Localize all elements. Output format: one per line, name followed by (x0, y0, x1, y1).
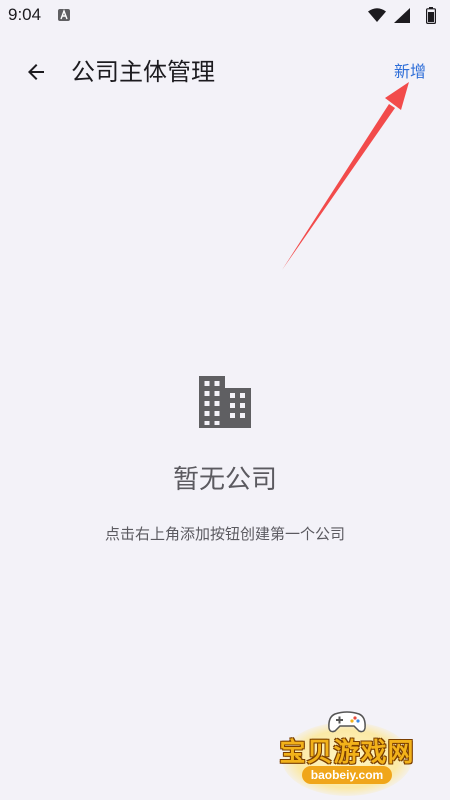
page-title: 公司主体管理 (71, 58, 215, 86)
gamepad-icon (328, 711, 366, 733)
back-button[interactable] (12, 48, 60, 96)
battery-icon (426, 7, 436, 24)
building-icon (199, 376, 251, 428)
add-button[interactable]: 新增 (394, 60, 426, 84)
app-bar: 公司主体管理 新增 (0, 40, 450, 104)
empty-state-title: 暂无公司 (172, 465, 277, 495)
notification-a-icon (58, 9, 70, 21)
watermark-url: baobeiy.com (302, 766, 392, 784)
empty-state-hint: 点击右上角添加按钮创建第一个公司 (104, 525, 345, 543)
wifi-icon (368, 8, 386, 22)
status-bar: 9:04 (0, 0, 450, 32)
signal-icon (394, 8, 410, 23)
status-time: 9:04 (8, 5, 42, 24)
watermark-logo: 宝贝游戏网 baobeiy.com (272, 708, 422, 798)
arrow-left-icon (28, 64, 44, 80)
watermark-text: 宝贝游戏网 (279, 738, 415, 768)
